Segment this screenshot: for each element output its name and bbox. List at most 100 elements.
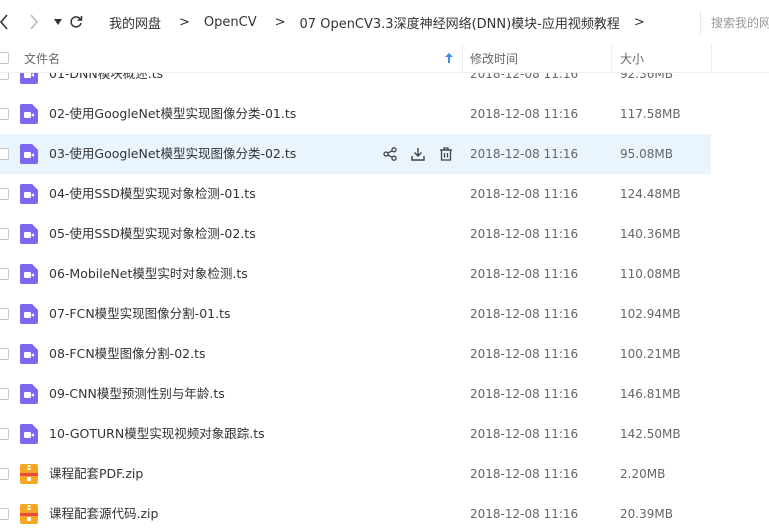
- file-row[interactable]: 07-FCN模型实现图像分割-01.ts 2018-12-08 11:16 102.…: [0, 294, 711, 334]
- row-checkbox[interactable]: [0, 73, 9, 80]
- row-checkbox[interactable]: [0, 428, 9, 440]
- file-name[interactable]: 09-CNN模型预测性别与年龄.ts: [49, 374, 225, 414]
- row-checkbox[interactable]: [0, 308, 9, 320]
- file-size: 95.08MB: [620, 147, 673, 161]
- file-row[interactable]: 课程配套PDF.zip 2018-12-08 11:16 2.20MB: [0, 454, 711, 494]
- video-file-icon: [20, 224, 38, 244]
- video-file-icon: [20, 344, 38, 364]
- breadcrumb-item-current[interactable]: 07 OpenCV3.3深度神经网络(DNN)模块-应用视频教程: [300, 13, 620, 32]
- file-name[interactable]: 07-FCN模型实现图像分割-01.ts: [49, 294, 231, 334]
- column-modified-header[interactable]: 修改时间: [470, 44, 518, 72]
- delete-button[interactable]: [437, 145, 455, 163]
- row-checkbox[interactable]: [0, 268, 9, 280]
- file-modified-time: 2018-12-08 11:16: [470, 347, 579, 361]
- video-file-icon: [20, 104, 38, 124]
- file-size: 140.36MB: [620, 227, 681, 241]
- file-row[interactable]: 10-GOTURN模型实现视频对象跟踪.ts 2018-12-08 11:16 14…: [0, 414, 711, 454]
- share-icon: [383, 147, 397, 161]
- video-file-icon: [20, 144, 38, 164]
- search-input[interactable]: 搜索我的网盘文件: [700, 10, 769, 34]
- row-checkbox[interactable]: [0, 388, 9, 400]
- row-checkbox[interactable]: [0, 108, 9, 120]
- column-divider[interactable]: [611, 44, 612, 72]
- column-modified-label: 修改时间: [470, 51, 519, 66]
- row-checkbox[interactable]: [0, 508, 9, 520]
- column-size-header[interactable]: 大小: [620, 44, 644, 72]
- file-name[interactable]: 10-GOTURN模型实现视频对象跟踪.ts: [49, 414, 265, 454]
- file-row[interactable]: 01-DNN模块概述.ts 2018-12-08 11:16 92.36MB: [0, 73, 711, 94]
- download-button[interactable]: [409, 145, 427, 163]
- column-divider[interactable]: [711, 44, 712, 72]
- file-row[interactable]: 06-MobileNet模型实时对象检测.ts 2018-12-08 11:16 1…: [0, 254, 711, 294]
- file-name[interactable]: 03-使用GoogleNet模型实现图像分类-02.ts: [49, 134, 296, 174]
- file-modified-time: 2018-12-08 11:16: [470, 427, 579, 441]
- file-rows: 01-DNN模块概述.ts 2018-12-08 11:16 92.36MB 02-使…: [0, 73, 769, 528]
- file-name[interactable]: 02-使用GoogleNet模型实现图像分类-01.ts: [49, 94, 296, 134]
- file-row[interactable]: 02-使用GoogleNet模型实现图像分类-01.ts 2018-12-08 1…: [0, 94, 711, 134]
- caret-down-icon: [54, 19, 62, 25]
- forward-button[interactable]: [26, 12, 42, 32]
- video-file-icon: [20, 304, 38, 324]
- breadcrumb-separator: >: [274, 14, 286, 30]
- file-name[interactable]: 课程配套PDF.zip: [49, 454, 143, 494]
- row-checkbox[interactable]: [0, 348, 9, 360]
- breadcrumb-item-opencv[interactable]: OpenCV: [204, 15, 257, 30]
- file-name[interactable]: 05-使用SSD模型实现对象检测-02.ts: [49, 214, 256, 254]
- refresh-button[interactable]: [68, 12, 84, 32]
- video-file-icon: [20, 384, 38, 404]
- breadcrumb-separator: >: [633, 14, 645, 30]
- row-checkbox[interactable]: [0, 188, 9, 200]
- file-modified-time: 2018-12-08 11:16: [470, 387, 579, 401]
- file-browser: 我的网盘 > OpenCV > 07 OpenCV3.3深度神经网络(DNN)模…: [0, 0, 769, 528]
- file-size: 124.48MB: [620, 187, 681, 201]
- share-button[interactable]: [381, 145, 399, 163]
- file-modified-time: 2018-12-08 11:16: [470, 73, 579, 81]
- column-name-label: 文件名: [24, 51, 61, 66]
- column-header: 文件名 修改时间 大小: [0, 44, 769, 73]
- row-checkbox[interactable]: [0, 468, 9, 480]
- file-name[interactable]: 04-使用SSD模型实现对象检测-01.ts: [49, 174, 256, 214]
- video-file-icon: [20, 264, 38, 284]
- video-file-icon: [20, 73, 38, 84]
- delete-icon: [440, 147, 452, 161]
- file-row[interactable]: 03-使用GoogleNet模型实现图像分类-02.ts 2018-12-08 1…: [0, 134, 711, 174]
- file-size: 92.36MB: [620, 73, 673, 81]
- navigation-bar: 我的网盘 > OpenCV > 07 OpenCV3.3深度神经网络(DNN)模…: [0, 0, 769, 44]
- file-row[interactable]: 08-FCN模型图像分割-02.ts 2018-12-08 11:16 100.21…: [0, 334, 711, 374]
- column-divider[interactable]: [462, 44, 463, 72]
- file-size: 146.81MB: [620, 387, 681, 401]
- file-size: 110.08MB: [620, 267, 681, 281]
- file-row[interactable]: 课程配套源代码.zip 2018-12-08 11:16 20.39MB: [0, 494, 711, 528]
- file-row[interactable]: 05-使用SSD模型实现对象检测-02.ts 2018-12-08 11:16 14…: [0, 214, 711, 254]
- file-name[interactable]: 08-FCN模型图像分割-02.ts: [49, 334, 206, 374]
- search-placeholder: 搜索我的网盘文件: [711, 15, 769, 30]
- video-file-icon: [20, 424, 38, 444]
- file-size: 20.39MB: [620, 507, 673, 521]
- sort-ascending-icon[interactable]: [445, 44, 453, 72]
- select-all-checkbox[interactable]: [0, 52, 9, 64]
- video-file-icon: [20, 184, 38, 204]
- arrow-up-icon: [445, 53, 453, 63]
- breadcrumb-item-root[interactable]: 我的网盘: [109, 13, 161, 32]
- file-name[interactable]: 06-MobileNet模型实时对象检测.ts: [49, 254, 248, 294]
- file-name[interactable]: 01-DNN模块概述.ts: [49, 73, 163, 94]
- file-size: 2.20MB: [620, 467, 666, 481]
- back-button[interactable]: [0, 12, 12, 32]
- file-size: 117.58MB: [620, 107, 681, 121]
- zip-file-icon: [20, 464, 38, 484]
- file-size: 142.50MB: [620, 427, 681, 441]
- file-modified-time: 2018-12-08 11:16: [470, 187, 579, 201]
- file-list: 01-DNN模块概述.ts 2018-12-08 11:16 92.36MB 02-使…: [0, 73, 769, 528]
- row-checkbox[interactable]: [0, 228, 9, 240]
- chevron-right-icon: [30, 14, 39, 30]
- file-row[interactable]: 09-CNN模型预测性别与年龄.ts 2018-12-08 11:16 146.81…: [0, 374, 711, 414]
- row-checkbox[interactable]: [0, 148, 9, 160]
- file-row[interactable]: 04-使用SSD模型实现对象检测-01.ts 2018-12-08 11:16 12…: [0, 174, 711, 214]
- file-size: 102.94MB: [620, 307, 681, 321]
- file-modified-time: 2018-12-08 11:16: [470, 227, 579, 241]
- history-dropdown-button[interactable]: [50, 12, 66, 32]
- file-name[interactable]: 课程配套源代码.zip: [49, 494, 158, 528]
- chevron-left-icon: [0, 14, 8, 30]
- zip-file-icon: [20, 504, 38, 524]
- column-name-header[interactable]: 文件名: [24, 44, 60, 72]
